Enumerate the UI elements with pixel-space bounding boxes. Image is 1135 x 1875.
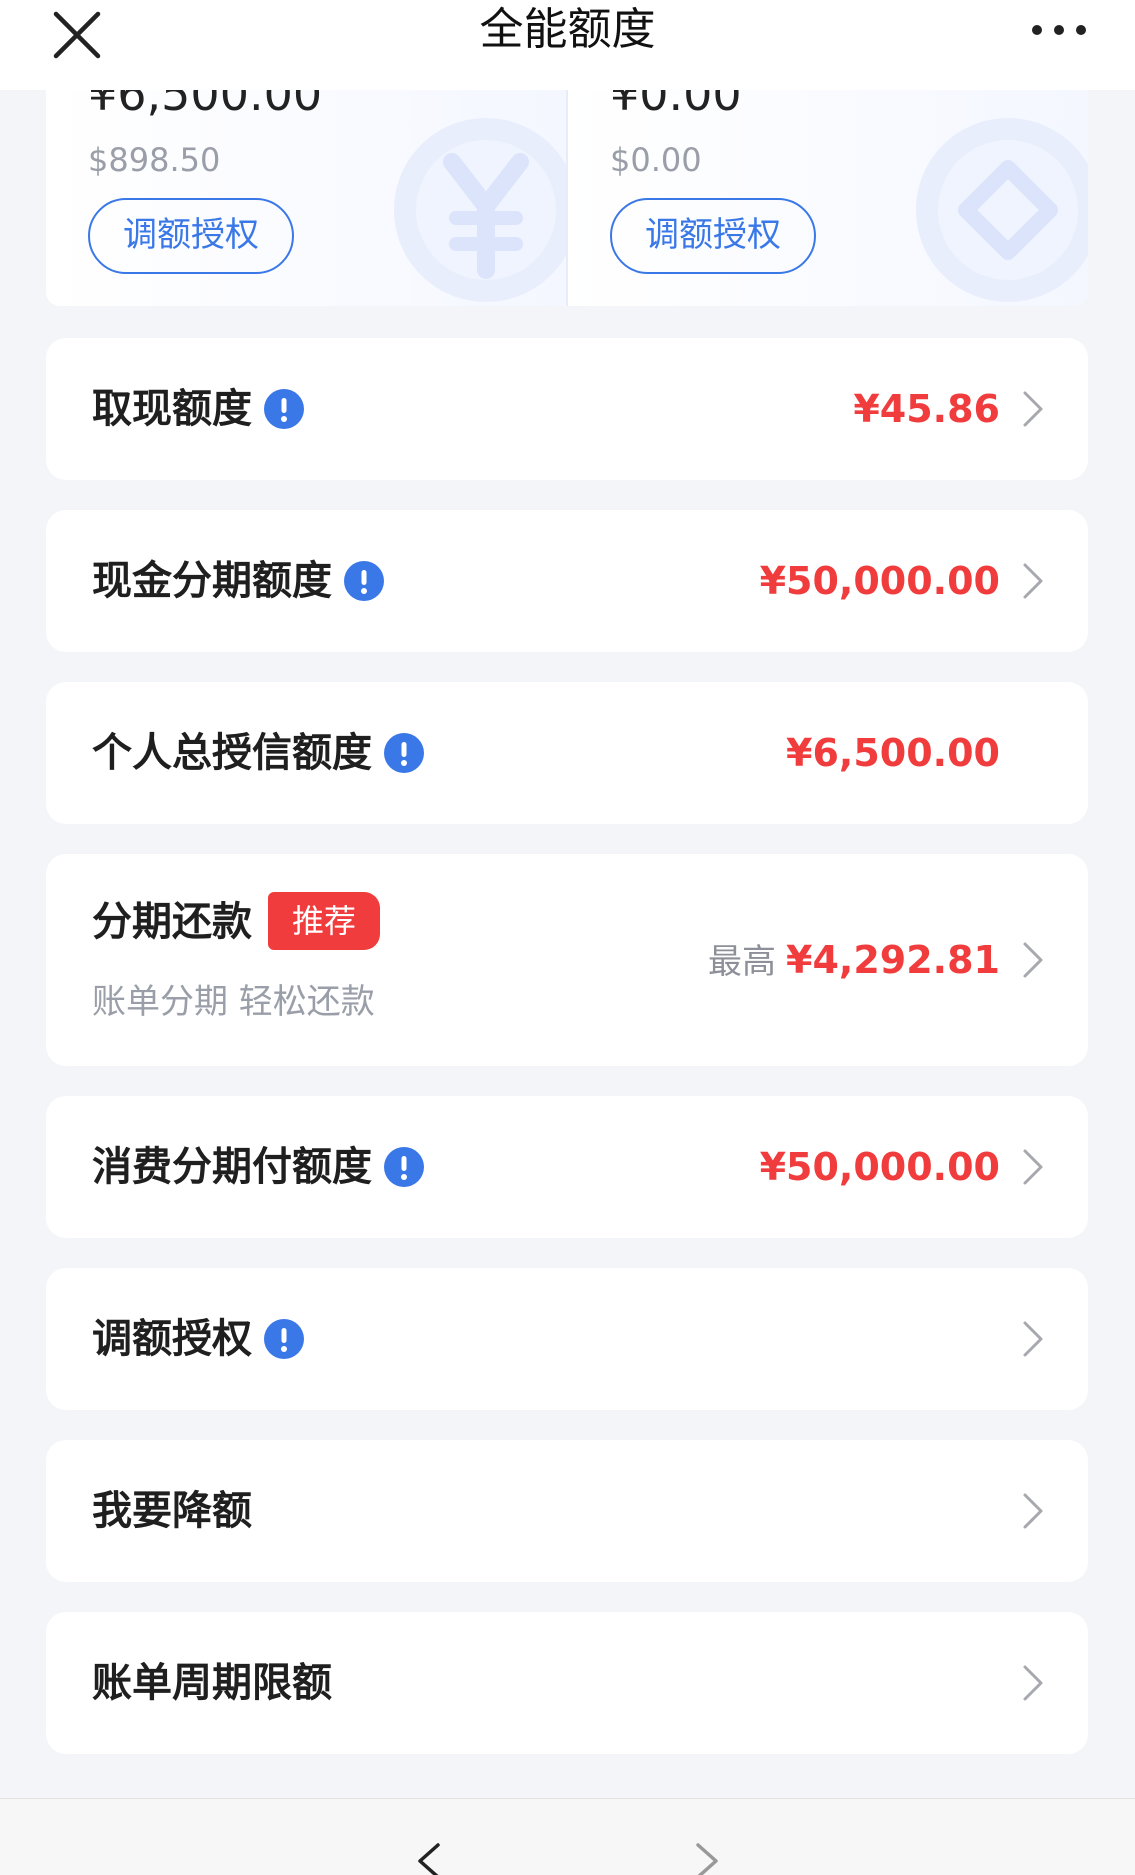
diamond-coin-icon	[916, 118, 1088, 302]
list-row-adjust-authorize[interactable]: 调额授权	[46, 1268, 1088, 1410]
row-value: ¥50,000.00	[759, 1145, 1000, 1189]
chevron-right-icon	[1023, 1321, 1043, 1357]
list-row-cash-withdrawal[interactable]: 取现额度 ¥45.86	[46, 338, 1088, 480]
summary-left-amount: ¥6,500.00	[88, 90, 323, 121]
adjust-authorize-button-right[interactable]: 调额授权	[610, 198, 816, 274]
row-label: 个人总授信额度	[92, 725, 424, 781]
value-amount: ¥4,292.81	[786, 938, 1000, 982]
chevron-right-icon[interactable]	[690, 1841, 724, 1875]
chevron-right-icon	[1023, 1149, 1043, 1185]
page-title: 全能额度	[479, 4, 656, 55]
info-icon[interactable]	[264, 1319, 304, 1359]
row-value: ¥50,000.00	[759, 559, 1000, 603]
list-row-total-credit: 个人总授信额度 ¥6,500.00	[46, 682, 1088, 824]
row-label: 我要降额	[92, 1488, 252, 1534]
row-label: 调额授权	[92, 1311, 304, 1367]
row-label: 取现额度	[92, 381, 304, 437]
info-icon[interactable]	[384, 1147, 424, 1187]
summary-left-usd: $898.50	[88, 141, 221, 179]
summary-left-column: ¥6,500.00 $898.50 调额授权	[46, 90, 578, 306]
chevron-right-icon	[1023, 391, 1043, 427]
adjust-authorize-button[interactable]: 调额授权	[88, 198, 294, 274]
info-icon[interactable]	[384, 733, 424, 773]
summary-right-column: ¥0.00 $0.00 调额授权	[568, 90, 1088, 306]
more-horizontal-icon[interactable]	[1029, 20, 1089, 40]
row-value: ¥6,500.00	[786, 731, 1000, 775]
row-value: 最高 ¥4,292.81	[708, 932, 1000, 990]
chevron-left-icon[interactable]	[412, 1841, 446, 1875]
row-value: ¥45.86	[853, 387, 1000, 431]
row-label: 账单周期限额	[92, 1660, 332, 1706]
recommend-badge: 推荐	[268, 892, 381, 950]
chevron-right-icon	[1023, 942, 1043, 978]
list-row-installment-repayment[interactable]: 分期还款 推荐 账单分期 轻松还款 最高 ¥4,292.81	[46, 854, 1088, 1066]
browser-bottom-bar	[0, 1798, 1135, 1875]
row-label: 分期还款 推荐	[92, 892, 381, 950]
list-row-billing-cycle-limit[interactable]: 账单周期限额	[46, 1612, 1088, 1754]
summary-right-usd: $0.00	[610, 141, 702, 179]
list-row-consumer-installment[interactable]: 消费分期付额度 ¥50,000.00	[46, 1096, 1088, 1238]
app-header: 全能额度	[0, 0, 1135, 90]
yuan-coin-icon	[394, 118, 578, 302]
chevron-right-icon	[1023, 1665, 1043, 1701]
page: 全能额度 ¥6,500.00 $898.50 调额授权 ¥0.00 $0.00	[0, 0, 1135, 1875]
summary-right-amount: ¥0.00	[610, 90, 742, 121]
info-icon[interactable]	[344, 561, 384, 601]
row-sub-label: 账单分期 轻松还款	[92, 982, 375, 1022]
info-icon[interactable]	[264, 389, 304, 429]
list-row-reduce-limit[interactable]: 我要降额	[46, 1440, 1088, 1582]
row-label: 现金分期额度	[92, 553, 384, 609]
chevron-right-icon	[1023, 1493, 1043, 1529]
credit-summary-card: ¥6,500.00 $898.50 调额授权 ¥0.00 $0.00 调额授权	[46, 90, 1088, 306]
list-row-cash-installment[interactable]: 现金分期额度 ¥50,000.00	[46, 510, 1088, 652]
chevron-right-icon	[1023, 563, 1043, 599]
row-label: 消费分期付额度	[92, 1139, 424, 1195]
value-prefix: 最高	[708, 942, 777, 982]
